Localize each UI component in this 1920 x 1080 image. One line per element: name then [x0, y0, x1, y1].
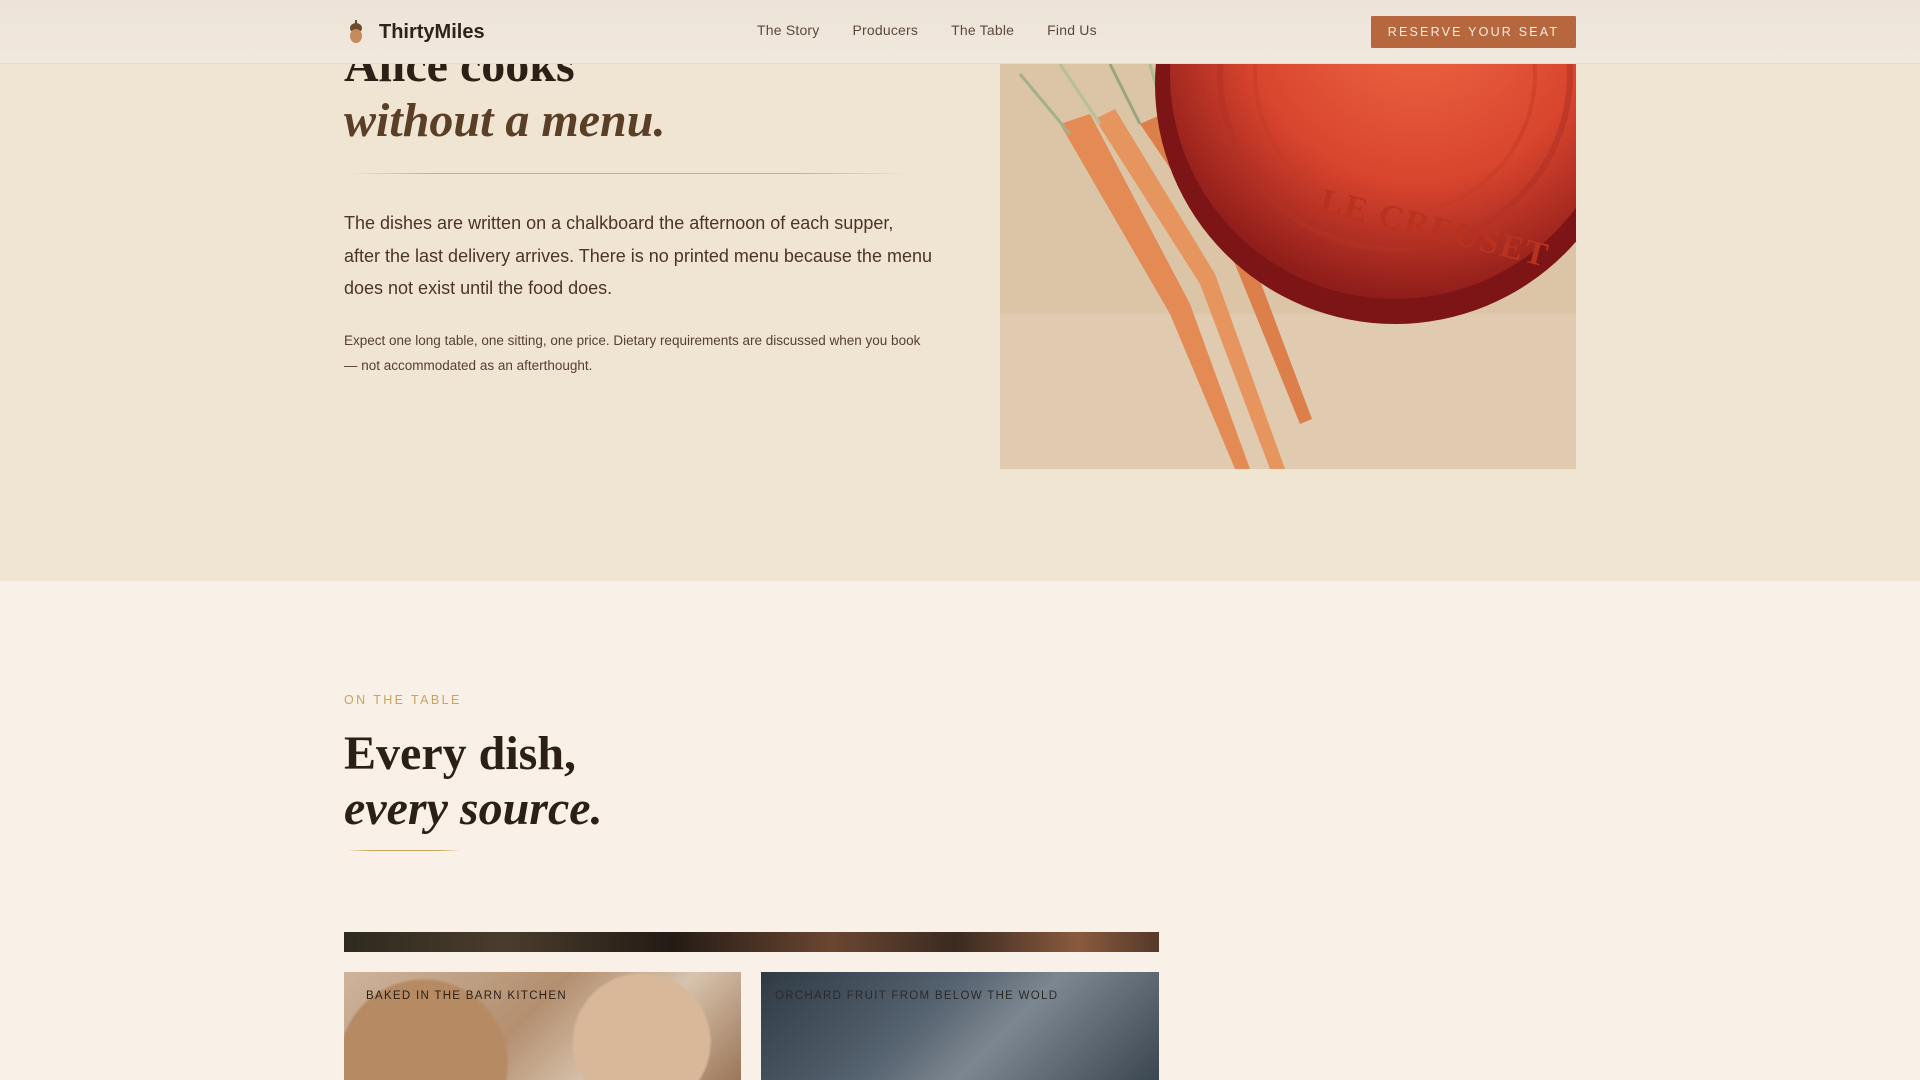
section-eyebrow: ON THE TABLE	[344, 693, 462, 707]
title-line-2: every source.	[344, 782, 603, 835]
story-section: Alice cooks without a menu. The dishes a…	[0, 0, 1920, 581]
story-lead-paragraph: The dishes are written on a chalkboard t…	[344, 213, 932, 298]
headline-line-2: without a menu.	[344, 94, 666, 147]
photo-carrots-and-pot: LE CREUSET	[1000, 64, 1576, 469]
divider-rule	[348, 173, 908, 174]
photo-strip	[344, 932, 1159, 952]
card-label: BAKED IN THE BARN KITCHEN	[366, 990, 567, 1002]
dish-card-bread[interactable]: BAKED IN THE BARN KITCHEN	[344, 972, 741, 1080]
acorn-icon	[350, 20, 362, 43]
nav-the-story[interactable]: The Story	[757, 22, 820, 38]
brand-logo[interactable]: ThirtyMiles	[345, 18, 485, 46]
story-note-paragraph: Expect one long table, one sitting, one …	[344, 333, 921, 373]
pot-illustration: LE CREUSET	[1000, 64, 1576, 469]
card-label: ORCHARD FRUIT FROM BELOW THE WOLD	[775, 990, 1059, 1002]
nav-the-table[interactable]: The Table	[951, 22, 1014, 38]
reserve-seat-button[interactable]: RESERVE YOUR SEAT	[1371, 16, 1576, 48]
nav-producers[interactable]: Producers	[853, 22, 919, 38]
brand-name: ThirtyMiles	[379, 20, 485, 43]
section-divider	[346, 850, 461, 851]
nav-find-us[interactable]: Find Us	[1047, 22, 1097, 38]
top-navigation-bar: ThirtyMiles The Story Producers The Tabl…	[0, 0, 1920, 64]
title-line-1: Every dish,	[344, 727, 577, 780]
main-nav: The Story Producers The Table Find Us	[757, 22, 1097, 38]
dish-card-tart[interactable]: ORCHARD FRUIT FROM BELOW THE WOLD	[761, 972, 1159, 1080]
section-title: Every dish, every source.	[344, 726, 603, 836]
